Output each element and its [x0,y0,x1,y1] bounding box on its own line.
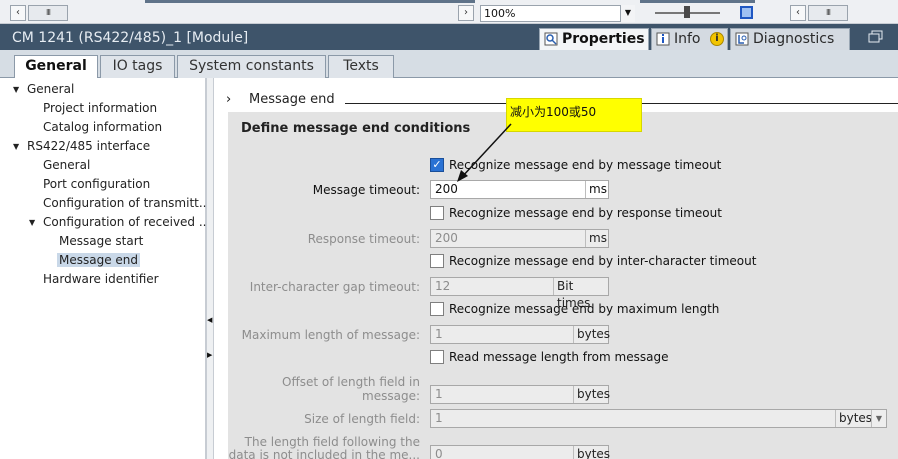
size-length-label: Size of length field: [304,412,420,426]
tia-portal-inspector-window: ‹ III › 100% ▼ ‹ III CM 1241 (RS422/485)… [0,0,898,459]
tree-item-general[interactable]: General [27,82,74,96]
dock-window-icon[interactable] [868,30,886,46]
message-timeout-checkbox[interactable]: ✓ [430,158,444,172]
tree-item-catalog-information[interactable]: Catalog information [43,120,162,134]
tree-item-hardware-identifier[interactable]: Hardware identifier [43,272,159,286]
maximum-length-checkbox[interactable] [430,302,444,316]
inter-character-gap-input[interactable]: 12 Bit times [430,277,609,310]
maximum-length-value: 1 [435,327,443,341]
tree-item-interface-general[interactable]: General [43,158,90,172]
tab-properties[interactable]: Properties [539,28,649,50]
expand-triangle-icon[interactable]: ▼ [13,85,19,94]
zoom-fit-icon[interactable] [740,6,753,19]
expand-triangle-icon[interactable]: ▼ [29,218,35,227]
read-length-checkbox-label: Read message length from message [449,350,669,364]
section-collapse-icon[interactable]: › [226,92,231,107]
maximum-length-checkbox-label: Recognize message end by maximum length [449,302,720,316]
section-title: Message end [249,92,335,107]
inter-character-gap-unit: Bit times [553,278,608,310]
message-timeout-label: Message timeout: [312,183,420,197]
size-length-dropdown-icon[interactable]: ▼ [871,410,886,427]
response-timeout-input[interactable]: 200 ms [430,229,609,248]
inter-character-timeout-checkbox[interactable] [430,254,444,268]
tree-item-message-end[interactable]: Message end [57,253,141,267]
length-following-unit: bytes [573,446,610,459]
tree-item-port-configuration[interactable]: Port configuration [43,177,150,191]
size-length-value: 1 [435,411,443,425]
inter-character-gap-label: Inter-character gap timeout: [249,280,420,294]
tab-general[interactable]: General [14,55,98,79]
length-following-label-line2: data is not included in the me... [228,448,420,459]
editor-toolbar-strip [0,0,898,24]
tab-io-tags[interactable]: IO tags [100,55,175,78]
tab-texts[interactable]: Texts [328,55,394,78]
offset-length-value: 1 [435,387,443,401]
scroll-left-icon[interactable]: ‹ [790,5,806,21]
length-following-label-line1: The length field following the [244,435,420,449]
diagnostics-icon [735,32,749,46]
response-timeout-value: 200 [435,231,458,245]
tree-item-rs-interface[interactable]: RS422/485 interface [27,139,150,153]
tab-system-constants[interactable]: System constants [177,55,326,78]
annotation-note: 减小为100或50 [506,98,642,132]
offset-length-unit: bytes [573,386,610,403]
inspector-title: CM 1241 (RS422/485)_1 [Module] [12,30,249,46]
tab-diagnostics-label: Diagnostics [753,31,835,47]
response-timeout-unit: ms [585,230,608,247]
offset-length-label-line1: Offset of length field in [282,375,420,389]
annotation-arrow-icon [457,123,512,182]
zoom-select[interactable]: 100% [480,5,635,22]
horizontal-scroll-thumb[interactable]: III [28,5,68,21]
tree-item-config-received[interactable]: Configuration of received ... [43,215,210,229]
maximum-length-input[interactable]: 1 bytes [430,325,610,344]
inter-character-timeout-checkbox-label: Recognize message end by inter-character… [449,254,757,268]
toolbar-band [640,0,755,3]
inter-character-gap-value: 12 [435,279,451,293]
zoom-dropdown-icon[interactable]: ▼ [620,5,635,22]
tree-item-message-start[interactable]: Message start [59,234,143,248]
expand-triangle-icon[interactable]: ▼ [13,142,19,151]
offset-length-input[interactable]: 1 bytes [430,385,610,404]
toolbar-band [145,0,475,3]
tab-diagnostics[interactable]: Diagnostics [730,28,850,50]
tab-info[interactable]: Info i [651,28,728,50]
size-length-select[interactable]: 1 bytes ▼ [430,409,887,428]
read-length-checkbox[interactable] [430,350,444,364]
info-tab-icon [656,32,670,46]
tree-item-config-transmit[interactable]: Configuration of transmitt... [43,196,210,210]
response-timeout-checkbox-label: Recognize message end by response timeou… [449,206,722,220]
properties-icon [544,32,558,46]
tree-splitter[interactable] [206,78,214,459]
navigation-tree [0,78,206,459]
horizontal-scroll-thumb[interactable]: III [808,5,848,21]
form-title: Define message end conditions [241,121,471,136]
info-badge-icon: i [710,32,724,46]
maximum-length-unit: bytes [573,326,610,343]
tree-item-project-information[interactable]: Project information [43,101,157,115]
scroll-right-icon[interactable]: › [458,5,474,21]
maximum-length-label: Maximum length of message: [241,328,420,342]
response-timeout-checkbox[interactable] [430,206,444,220]
length-following-value: 0 [435,447,443,459]
offset-length-label-line2: message: [362,389,420,403]
tab-info-label: Info [674,31,701,47]
message-timeout-unit: ms [585,181,608,198]
tab-properties-label: Properties [562,31,645,47]
length-following-input[interactable]: 0 bytes [430,445,610,459]
scroll-left-icon[interactable]: ‹ [10,5,26,21]
message-timeout-value: 200 [435,182,458,196]
zoom-slider-knob[interactable] [684,6,690,18]
expand-right-icon[interactable]: ▶ [207,351,212,359]
response-timeout-label: Response timeout: [307,232,420,246]
size-length-unit: bytes [835,410,872,427]
collapse-left-icon[interactable]: ◀ [207,316,212,324]
